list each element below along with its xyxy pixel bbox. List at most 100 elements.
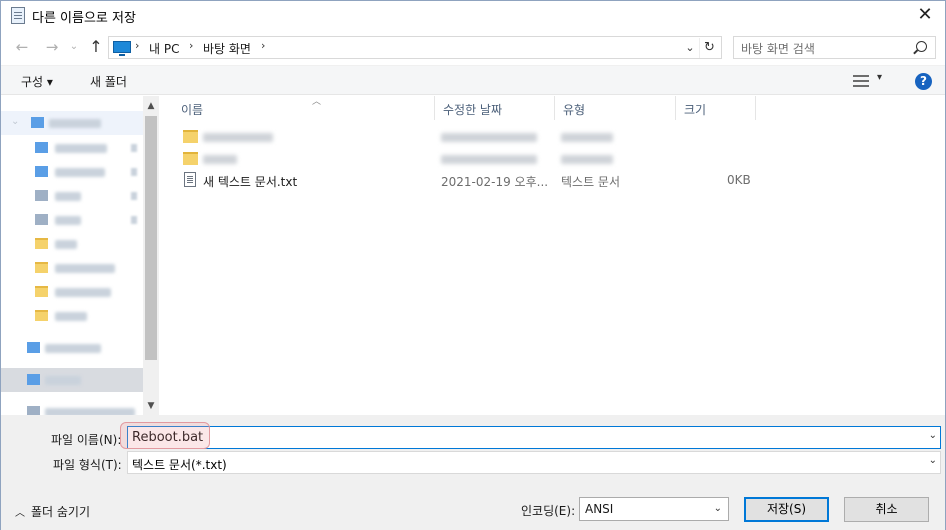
hide-folders-button[interactable]: ︿ 폴더 숨기기	[15, 503, 90, 520]
sidebar-item[interactable]	[1, 232, 143, 256]
sidebar-item[interactable]	[1, 136, 143, 160]
new-folder-button[interactable]: 새 폴더	[90, 73, 127, 90]
search-placeholder: 바탕 화면 검색	[741, 42, 815, 56]
file-list: ︿ 이름 수정한 날짜 유형 크기 새 텍스트 문서.txt 2021-02-1	[159, 96, 945, 415]
filename-value: Reboot.bat	[132, 430, 204, 445]
file-modified: 2021-02-19 오후...	[441, 175, 549, 189]
cancel-button[interactable]: 취소	[844, 497, 929, 522]
pin-icon	[131, 192, 137, 200]
hide-folders-label: 폴더 숨기기	[31, 505, 91, 519]
sidebar-item[interactable]	[1, 184, 143, 208]
pin-icon	[131, 144, 137, 152]
sidebar-item[interactable]	[1, 256, 143, 280]
list-item-folder[interactable]	[175, 148, 755, 170]
view-options-icon[interactable]	[853, 75, 869, 87]
file-size: 0KB	[727, 173, 751, 187]
save-options-panel: 파일 이름(N): Reboot.bat ⌄ 파일 형식(T): 텍스트 문서(…	[1, 415, 945, 530]
column-header-size[interactable]: 크기	[676, 96, 756, 120]
filename-input[interactable]: Reboot.bat ⌄	[127, 426, 941, 449]
cloud-icon	[27, 342, 40, 353]
filetype-label: 파일 형식(T):	[53, 458, 122, 472]
encoding-value: ANSI	[585, 502, 614, 516]
address-bar[interactable]: › 내 PC › 바탕 화면 › ⌄ ↻	[108, 36, 722, 59]
sidebar-item[interactable]	[1, 160, 143, 184]
notepad-icon	[11, 7, 25, 24]
up-button[interactable]: ↑	[85, 37, 107, 57]
toolbar: 구성 ▾ 새 폴더 ▾ ?	[1, 65, 945, 95]
recent-locations-chevron-icon[interactable]: ⌄	[63, 37, 85, 57]
chevron-down-icon: ⌄	[713, 503, 722, 514]
search-icon	[916, 41, 927, 52]
save-button[interactable]: 저장(S)	[744, 497, 829, 522]
pin-icon	[131, 216, 137, 224]
chevron-up-icon: ︿	[15, 508, 25, 519]
sidebar-item-onedrive[interactable]	[1, 336, 143, 360]
sidebar-scrollbar[interactable]: ▲ ▼	[143, 96, 159, 415]
navigation-bar: ← → ⌄ ↑ › 내 PC › 바탕 화면 › ⌄ ↻ 바탕 화면 검색	[1, 31, 945, 63]
desktop-icon	[35, 142, 48, 153]
view-dropdown-icon[interactable]: ▾	[877, 72, 882, 83]
organize-button[interactable]: 구성 ▾	[21, 73, 53, 90]
list-item-folder[interactable]	[175, 126, 755, 148]
dialog-title: 다른 이름으로 저장	[32, 11, 136, 26]
forward-button[interactable]: →	[41, 37, 63, 57]
chevron-down-icon: ⌄	[11, 116, 20, 127]
address-dropdown-icon[interactable]: ⌄	[683, 39, 697, 57]
sort-caret-icon: ︿	[312, 97, 322, 107]
pc-icon	[27, 374, 40, 385]
column-label: 크기	[684, 103, 707, 117]
search-input[interactable]: 바탕 화면 검색	[733, 36, 936, 59]
text-file-icon	[184, 172, 196, 187]
column-label: 유형	[563, 103, 586, 117]
filetype-select[interactable]: 텍스트 문서(*.txt) ⌄	[127, 451, 941, 474]
column-label: 수정한 날짜	[443, 103, 503, 117]
star-icon	[31, 117, 44, 128]
sidebar-item-quick-access[interactable]: ⌄	[1, 111, 143, 135]
folder-icon	[35, 238, 48, 249]
scroll-up-icon[interactable]: ▲	[143, 98, 159, 114]
network-icon	[27, 406, 40, 415]
list-item-file[interactable]: 새 텍스트 문서.txt 2021-02-19 오후... 텍스트 문서 0KB	[175, 169, 755, 191]
scroll-thumb[interactable]	[145, 116, 157, 360]
document-icon	[35, 190, 48, 201]
save-as-dialog: 다른 이름으로 저장 ✕ ← → ⌄ ↑ › 내 PC › 바탕 화면 › ⌄ …	[0, 0, 946, 530]
sidebar-item[interactable]	[1, 208, 143, 232]
filetype-value: 텍스트 문서(*.txt)	[132, 458, 227, 472]
folder-icon	[35, 262, 48, 273]
title-bar: 다른 이름으로 저장 ✕	[1, 1, 945, 31]
sidebar-item[interactable]	[1, 400, 143, 415]
folder-icon	[183, 130, 198, 143]
encoding-label: 인코딩(E):	[521, 504, 576, 518]
column-label: 이름	[181, 103, 204, 117]
folder-icon	[183, 152, 198, 165]
column-header-modified[interactable]: 수정한 날짜	[435, 96, 555, 120]
back-button[interactable]: ←	[11, 37, 33, 57]
breadcrumb-separator-icon: ›	[135, 39, 140, 52]
column-header-name[interactable]: ︿ 이름	[173, 96, 435, 120]
download-icon	[35, 166, 48, 177]
scroll-down-icon[interactable]: ▼	[143, 398, 159, 414]
file-name: 새 텍스트 문서.txt	[203, 175, 298, 189]
breadcrumb-separator-icon: ›	[189, 39, 194, 52]
chevron-down-icon[interactable]: ⌄	[929, 430, 937, 441]
chevron-down-icon[interactable]: ⌄	[929, 455, 937, 466]
close-button[interactable]: ✕	[905, 1, 945, 31]
sidebar-item[interactable]	[1, 280, 143, 304]
folder-icon	[35, 310, 48, 321]
navigation-pane: ⌄	[1, 96, 159, 415]
sidebar-item-this-pc[interactable]	[1, 368, 143, 392]
file-type: 텍스트 문서	[561, 175, 621, 189]
breadcrumb-my-pc[interactable]: 내 PC	[149, 40, 179, 57]
column-header-type[interactable]: 유형	[555, 96, 676, 120]
help-icon[interactable]: ?	[915, 73, 932, 90]
pin-icon	[131, 168, 137, 176]
refresh-icon[interactable]: ↻	[699, 38, 719, 58]
filename-label: 파일 이름(N):	[51, 433, 122, 447]
pc-icon	[113, 41, 131, 56]
picture-icon	[35, 214, 48, 225]
breadcrumb-separator-icon: ›	[261, 39, 266, 52]
breadcrumb-desktop[interactable]: 바탕 화면	[203, 40, 251, 57]
encoding-select[interactable]: ANSI ⌄	[579, 497, 729, 521]
folder-icon	[35, 286, 48, 297]
sidebar-item[interactable]	[1, 304, 143, 328]
